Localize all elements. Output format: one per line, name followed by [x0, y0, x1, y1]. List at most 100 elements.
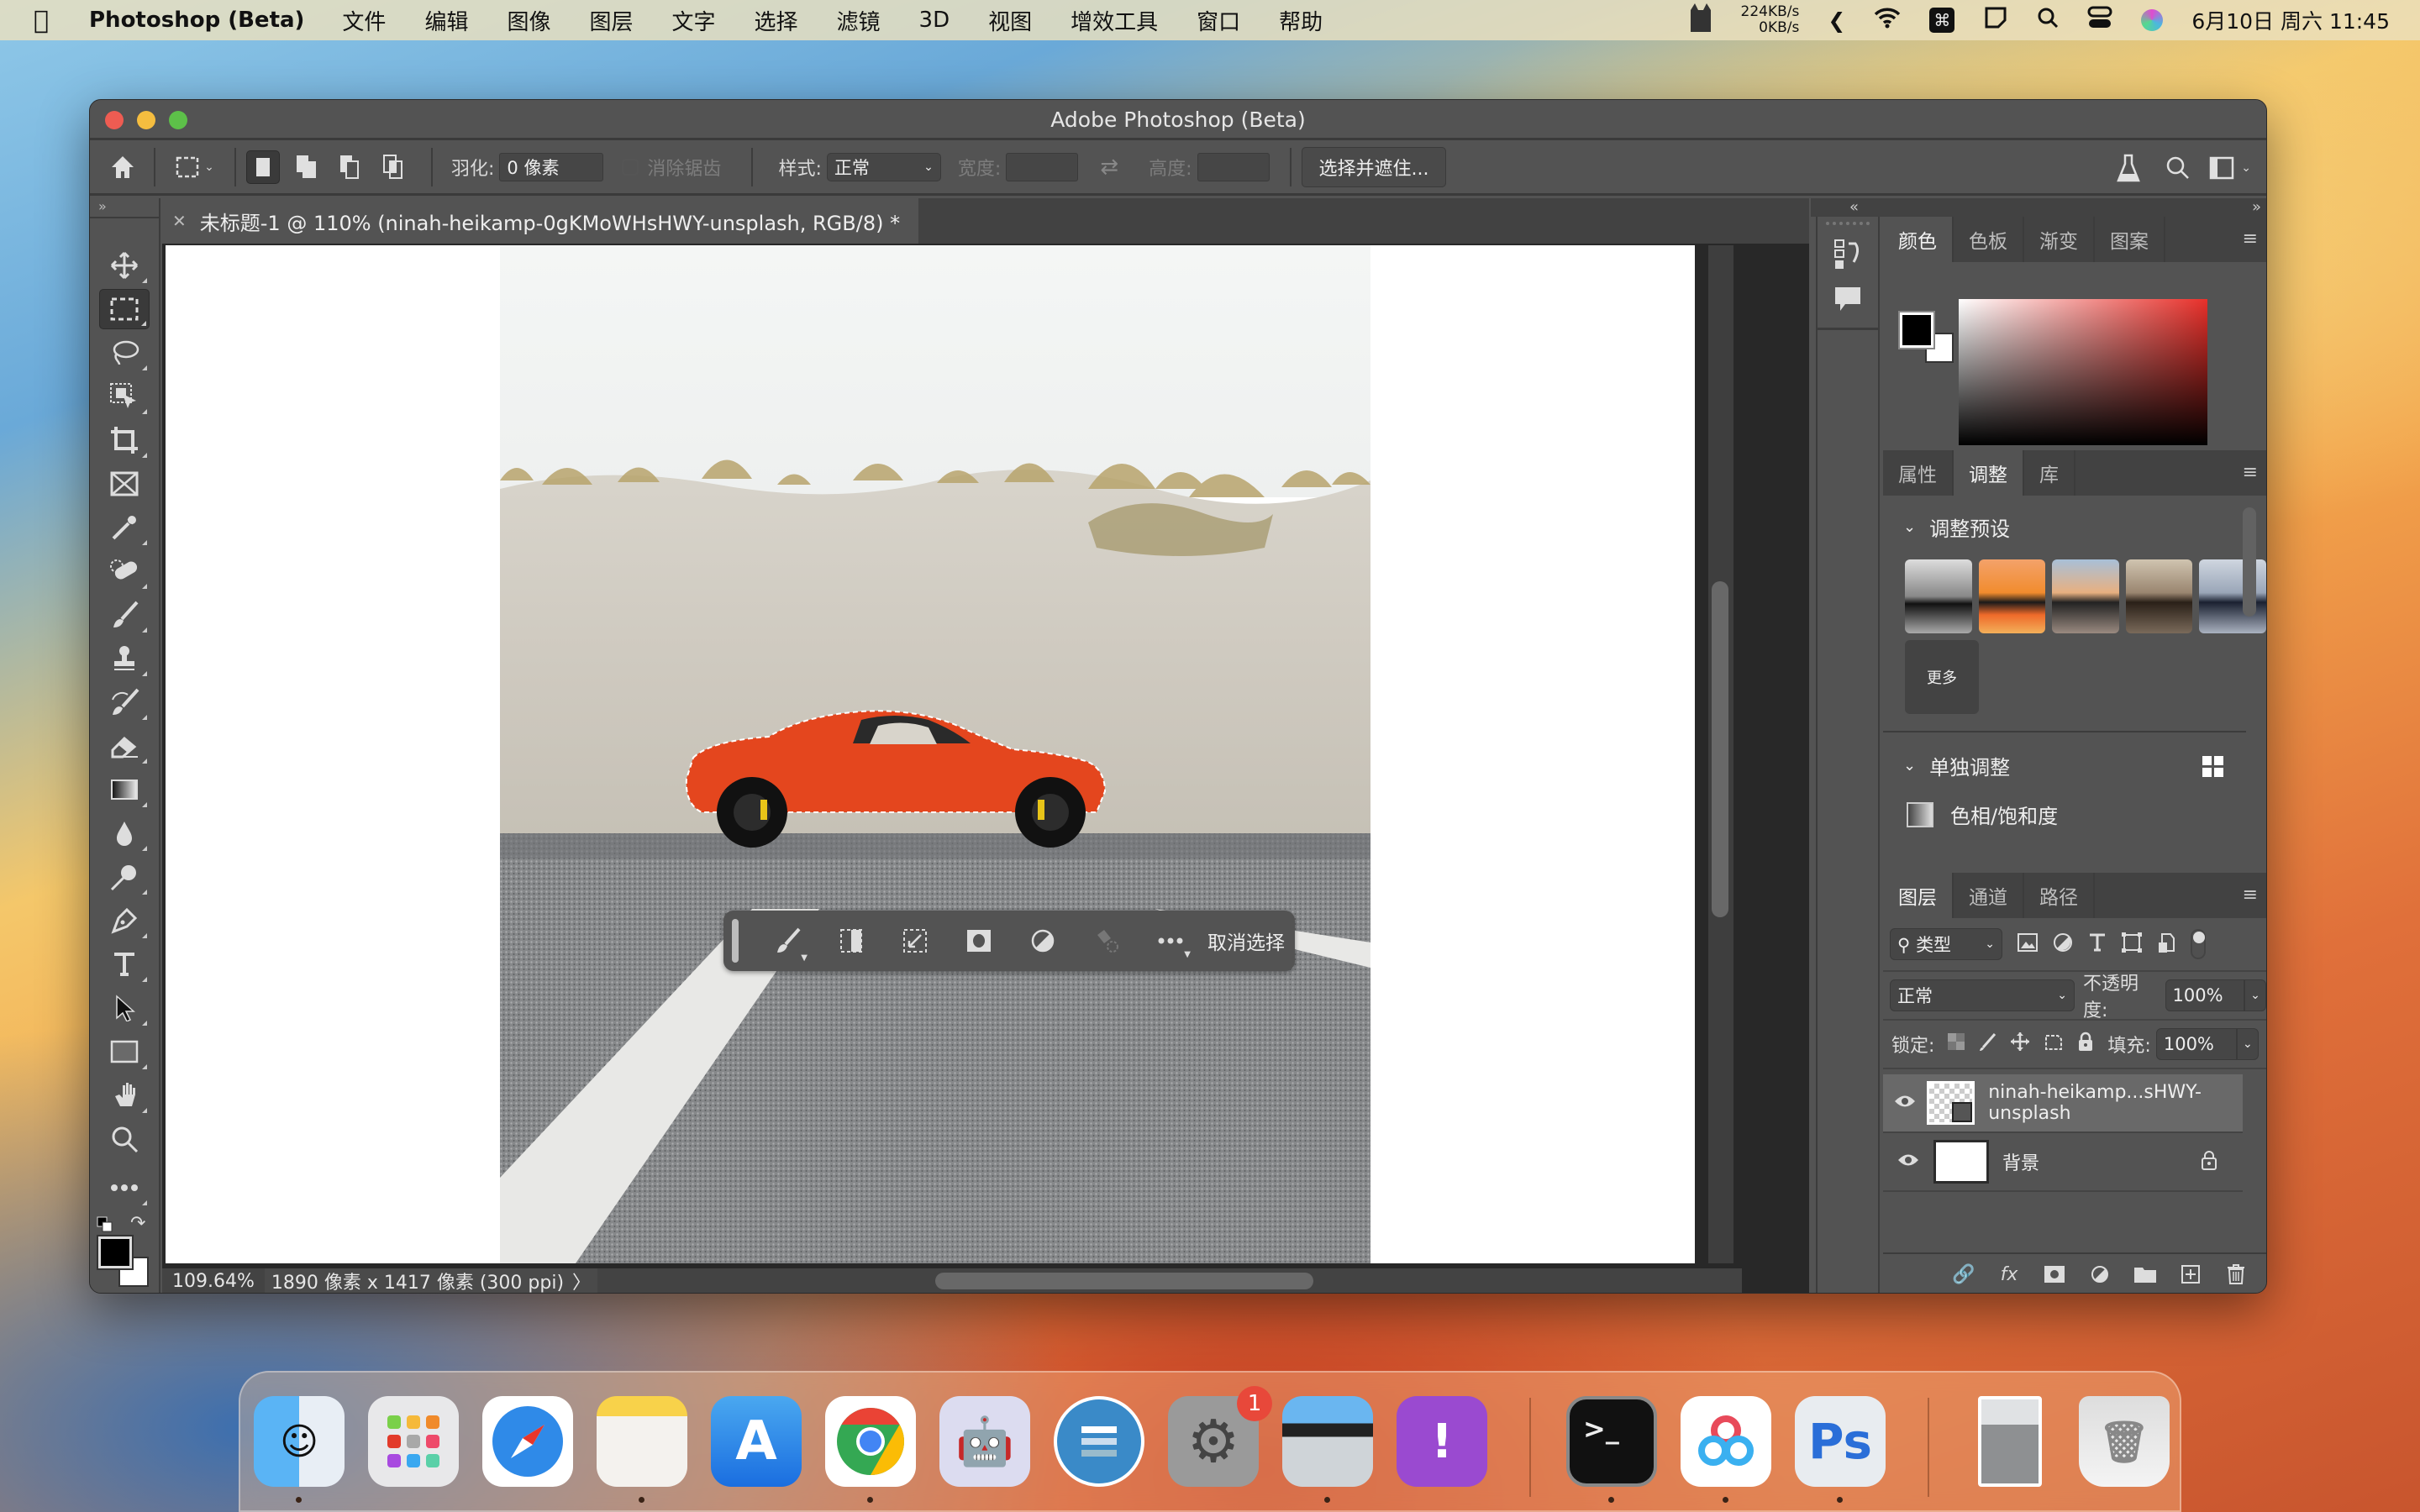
- lock-position-icon[interactable]: [2010, 1032, 2030, 1057]
- gradient-tool[interactable]: [99, 769, 150, 810]
- siri-icon[interactable]: [2141, 9, 2164, 31]
- dock-app-store[interactable]: A: [711, 1396, 802, 1487]
- foreground-color-swatch[interactable]: [97, 1235, 134, 1270]
- tab-channels[interactable]: 通道: [1954, 873, 2024, 918]
- new-adjustment-layer-icon[interactable]: [2085, 1265, 2115, 1284]
- new-group-folder-icon[interactable]: [2130, 1266, 2160, 1283]
- path-selection-tool[interactable]: [99, 988, 150, 1028]
- chevron-left-icon[interactable]: ❮: [1828, 8, 1845, 33]
- menu-plugins[interactable]: 增效工具: [1071, 5, 1158, 36]
- tab-libraries[interactable]: 库: [2024, 450, 2075, 496]
- menu-edit[interactable]: 编辑: [424, 5, 468, 36]
- close-tab-icon[interactable]: ✕: [172, 211, 187, 231]
- spot-healing-brush-tool[interactable]: [99, 551, 150, 591]
- dock-printer[interactable]: [1282, 1396, 1373, 1487]
- dock-trash[interactable]: 🗑: [2079, 1396, 2170, 1487]
- dock-finder[interactable]: ☺: [254, 1396, 345, 1487]
- antialias-checkbox[interactable]: [622, 158, 639, 176]
- pen-tool[interactable]: [99, 900, 150, 941]
- link-layers-icon[interactable]: 🔗: [1949, 1264, 1979, 1285]
- edit-toolbar-button[interactable]: [99, 1168, 150, 1208]
- hue-saturation-item[interactable]: 色相/饱和度: [1907, 800, 2266, 829]
- lasso-tool[interactable]: [99, 333, 150, 373]
- adjustment-presets-header[interactable]: ⌄ 调整预设: [1883, 506, 2266, 548]
- horizontal-scroll-thumb[interactable]: [935, 1273, 1313, 1289]
- canvas[interactable]: [166, 245, 1695, 1263]
- clone-stamp-tool[interactable]: [99, 638, 150, 679]
- datetime[interactable]: 6月10日 周六 11:45: [2191, 5, 2390, 35]
- menu-window[interactable]: 窗口: [1197, 5, 1240, 36]
- menu-3d[interactable]: 3D: [919, 8, 950, 33]
- dock-safari[interactable]: [482, 1396, 573, 1487]
- dock-baidu-netdisk[interactable]: [1681, 1396, 1771, 1487]
- crop-tool[interactable]: [99, 420, 150, 460]
- style-select[interactable]: 正常 ⌄: [826, 152, 941, 181]
- fill-dropdown[interactable]: ⌄: [2236, 1028, 2259, 1060]
- beta-labs-icon[interactable]: [2117, 154, 2140, 189]
- layer-visibility-eye-icon[interactable]: [1883, 1093, 1927, 1114]
- select-inverse-icon[interactable]: [819, 928, 883, 953]
- opacity-input[interactable]: 100%: [2165, 979, 2244, 1011]
- layer-row[interactable]: 背景: [1883, 1133, 2243, 1192]
- eyedropper-tool[interactable]: [99, 507, 150, 548]
- history-brush-tool[interactable]: [99, 682, 150, 722]
- rectangular-marquee-tool[interactable]: [99, 289, 150, 329]
- add-mask-icon[interactable]: [947, 929, 1011, 953]
- expand-panels-icon[interactable]: «: [1849, 198, 1859, 216]
- wifi-icon[interactable]: [1874, 7, 1901, 34]
- command-icon[interactable]: ⌘: [1929, 8, 1955, 33]
- generative-fill-icon[interactable]: [1075, 928, 1139, 953]
- tab-swatches[interactable]: 色板: [1954, 217, 2024, 262]
- menu-file[interactable]: 文件: [342, 5, 386, 36]
- layer-row[interactable]: ninah-heikamp...sHWY-unsplash: [1883, 1074, 2243, 1133]
- tab-gradients[interactable]: 渐变: [2024, 217, 2095, 262]
- default-colors-icon[interactable]: [97, 1216, 113, 1232]
- width-input[interactable]: [1006, 152, 1079, 181]
- panel-menu-icon[interactable]: ≡: [2243, 885, 2258, 906]
- add-to-selection-button[interactable]: [290, 150, 324, 184]
- vertical-scrollbar[interactable]: [1708, 245, 1733, 1263]
- zoom-tool[interactable]: [99, 1119, 150, 1159]
- dock-chrome[interactable]: [825, 1396, 916, 1487]
- single-adjustments-header[interactable]: ⌄ 单独调整: [1883, 744, 2266, 786]
- new-layer-icon[interactable]: [2175, 1265, 2206, 1284]
- tab-color[interactable]: 颜色: [1883, 217, 1954, 262]
- tab-layers[interactable]: 图层: [1883, 873, 1954, 918]
- filter-pixel-layers-icon[interactable]: [2018, 933, 2038, 955]
- lock-all-icon[interactable]: [2077, 1032, 2094, 1057]
- layer-style-fx-icon[interactable]: fx: [1994, 1264, 2024, 1285]
- panel-collapse-icon[interactable]: »: [90, 198, 159, 218]
- tab-adjustments[interactable]: 调整: [1954, 450, 2024, 496]
- eraser-tool[interactable]: [99, 726, 150, 766]
- feather-input[interactable]: 0 像素: [499, 152, 604, 181]
- dock-launchpad[interactable]: [368, 1396, 459, 1487]
- spotlight-search-icon[interactable]: [2037, 7, 2059, 34]
- document-tab[interactable]: ✕ 未标题-1 @ 110% (ninah-heikamp-0gKMoWHsHW…: [162, 198, 918, 244]
- preset-thumbnail[interactable]: [1905, 559, 1972, 633]
- rectangle-tool[interactable]: [99, 1032, 150, 1072]
- document-info[interactable]: 1890 像素 x 1417 像素 (300 ppi) 〉: [264, 1268, 598, 1293]
- collapse-panels-icon[interactable]: »: [2252, 198, 2261, 216]
- color-spectrum-field[interactable]: [1959, 299, 2207, 445]
- preset-thumbnail[interactable]: [2125, 559, 2193, 633]
- color-fg-swatch[interactable]: [1898, 311, 1935, 349]
- filter-type-layers-icon[interactable]: [2088, 932, 2107, 956]
- swap-colors-icon[interactable]: ↷: [130, 1213, 145, 1234]
- fill-input[interactable]: 100%: [2155, 1028, 2237, 1060]
- brush-tool[interactable]: [99, 595, 150, 635]
- tab-paths[interactable]: 路径: [2024, 873, 2095, 918]
- filter-smart-objects-icon[interactable]: [2157, 932, 2175, 956]
- blend-mode-select[interactable]: 正常 ⌄: [1890, 979, 2075, 1011]
- layer-name[interactable]: ninah-heikamp...sHWY-unsplash: [1988, 1082, 2243, 1124]
- subtract-from-selection-button[interactable]: [334, 150, 367, 184]
- tool-preset-picker[interactable]: ⌄: [166, 150, 224, 184]
- dock-notes[interactable]: [597, 1396, 687, 1487]
- shortcut-icon[interactable]: [1983, 5, 2008, 35]
- layer-lock-icon[interactable]: [2201, 1150, 2217, 1175]
- dock-photoshop[interactable]: Ps: [1795, 1396, 1886, 1487]
- adjustments-scrollbar[interactable]: [2243, 507, 2256, 617]
- deselect-button[interactable]: 取消选择: [1207, 927, 1285, 955]
- drag-handle[interactable]: [732, 919, 739, 963]
- filter-shape-layers-icon[interactable]: [2122, 932, 2142, 956]
- filter-adjustment-layers-icon[interactable]: [2053, 932, 2073, 956]
